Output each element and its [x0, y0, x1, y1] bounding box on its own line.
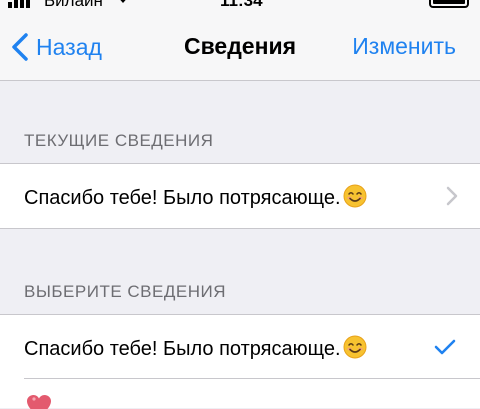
- current-status-cell[interactable]: Спасибо тебе! Было потрясающе.: [0, 164, 480, 228]
- divider: [24, 378, 480, 379]
- status-options-list: Спасибо тебе! Было потрясающе.: [0, 315, 480, 408]
- checkmark-icon: [434, 339, 456, 355]
- navigation-bar: Назад Сведения Изменить: [0, 12, 480, 81]
- chevron-left-icon: [12, 33, 28, 61]
- status-bar: Билайн 11:34: [0, 0, 480, 12]
- signal-strength-icon: [8, 0, 30, 8]
- list-item[interactable]: Спасибо тебе! Было потрясающе.: [0, 315, 480, 378]
- wifi-icon: [114, 0, 132, 9]
- current-status-text: Спасибо тебе! Было потрясающе.: [24, 187, 341, 209]
- smiling-face-emoji-icon: [343, 335, 367, 359]
- carrier-name: Билайн: [44, 0, 103, 10]
- edit-button[interactable]: Изменить: [352, 33, 456, 60]
- status-option-text: Спасибо тебе! Было потрясающе.: [24, 338, 341, 360]
- divider: [0, 228, 480, 229]
- current-status-row: Спасибо тебе! Было потрясающе.: [24, 184, 367, 210]
- back-button[interactable]: Назад: [10, 30, 102, 64]
- battery-icon: [429, 0, 469, 8]
- status-time: 11:34: [220, 0, 263, 10]
- back-button-label: Назад: [36, 33, 102, 60]
- chevron-right-icon: [446, 186, 458, 206]
- current-status-header: ТЕКУЩИЕ СВЕДЕНИЯ: [24, 131, 214, 150]
- choose-status-header: ВЫБЕРИТЕ СВЕДЕНИЯ: [24, 282, 226, 301]
- smiling-face-emoji-icon: [343, 184, 367, 208]
- status-option-row: Спасибо тебе! Было потрясающе.: [24, 335, 367, 361]
